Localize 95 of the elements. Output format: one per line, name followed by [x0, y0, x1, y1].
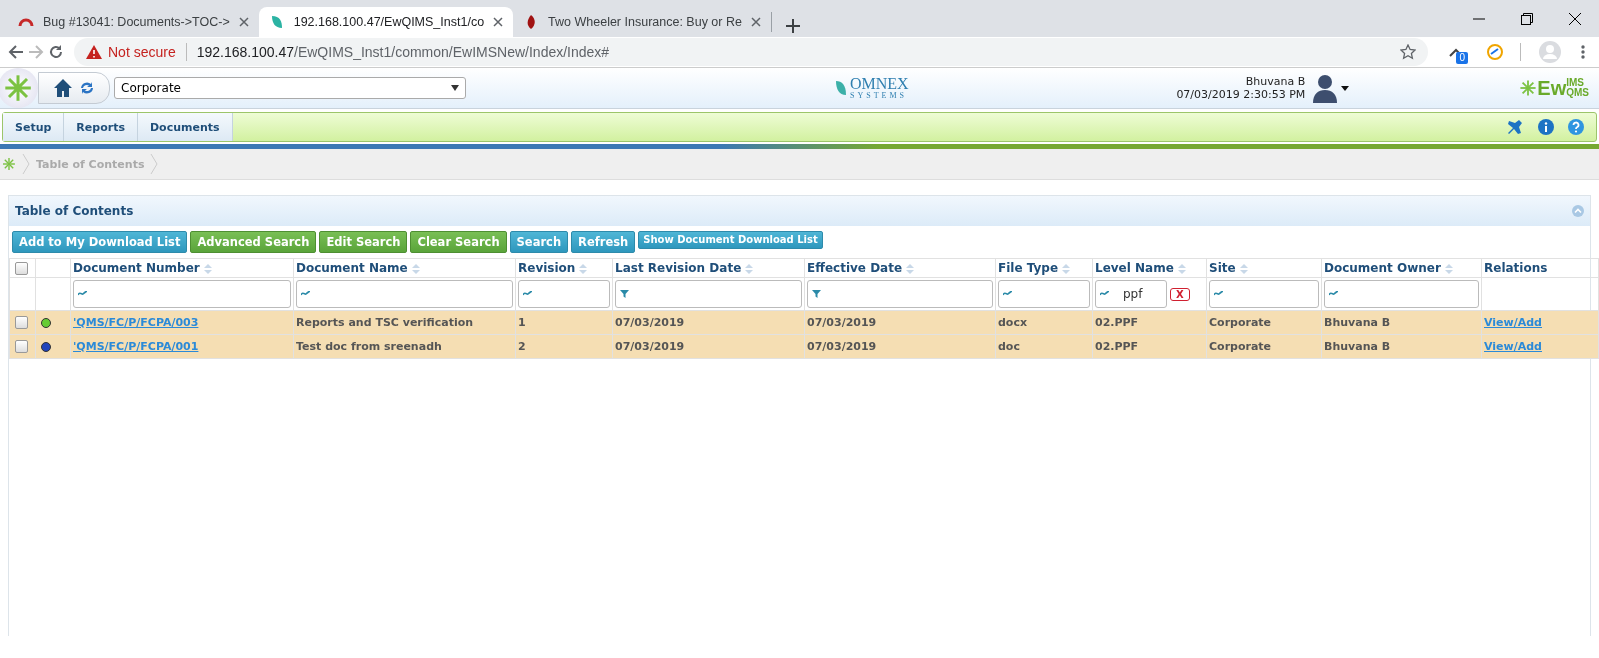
tilde-icon — [301, 291, 310, 297]
filter-field[interactable] — [296, 280, 513, 308]
browser-tab[interactable]: Bug #13041: Documents->TOC-> — [8, 7, 259, 37]
user-avatar-icon — [1311, 73, 1340, 103]
date-time: 07/03/2019 2:30:53 PM — [1176, 88, 1306, 101]
filter-field[interactable] — [73, 280, 291, 308]
filter-field[interactable] — [1324, 280, 1479, 308]
tilde-icon — [523, 291, 532, 297]
caret-icon — [451, 85, 459, 91]
checkbox[interactable] — [15, 340, 28, 353]
column-header[interactable]: Site — [1209, 261, 1236, 275]
tilde-icon — [1100, 291, 1109, 297]
back-icon[interactable] — [8, 44, 24, 60]
address-bar[interactable]: Not secure 192.168.100.47/EwQIMS_Inst1/common/EwIMSNew/Index/Index# — [74, 38, 1428, 66]
close-icon[interactable] — [493, 17, 504, 27]
table-cell: doc — [995, 334, 1093, 359]
tilde-icon — [1214, 291, 1223, 297]
collapse-icon[interactable] — [1572, 205, 1584, 217]
refresh-icon[interactable] — [79, 80, 95, 96]
snowflake-icon — [3, 73, 33, 103]
table-cell: Corporate — [1206, 310, 1322, 335]
column-header: Relations — [1484, 261, 1548, 275]
filter-field[interactable] — [807, 280, 993, 308]
sort-icon[interactable] — [202, 263, 213, 274]
table-cell: 02.PPF — [1092, 310, 1207, 335]
table-cell: 07/03/2019 — [612, 310, 805, 335]
site-dropdown[interactable]: Corporate — [114, 77, 466, 99]
table-cell: 07/03/2019 — [804, 334, 996, 359]
tab-title: Two Wheeler Insurance: Buy or Re — [548, 15, 742, 29]
home-icon[interactable] — [53, 78, 73, 98]
tilde-icon — [1003, 291, 1012, 297]
warning-icon — [86, 45, 102, 59]
table-cell: docx — [995, 310, 1093, 335]
table-cell: Bhuvana B — [1321, 334, 1482, 359]
table-cell: Reports and TSC verification — [293, 310, 516, 335]
sort-icon[interactable] — [410, 263, 421, 274]
sort-icon[interactable] — [905, 263, 916, 274]
filter-field[interactable] — [998, 280, 1090, 308]
sort-icon[interactable] — [1443, 263, 1454, 274]
plus-icon — [785, 19, 800, 33]
table-cell: 07/03/2019 — [804, 310, 996, 335]
sort-icon[interactable] — [578, 263, 589, 274]
user-name: Bhuvana B — [1244, 75, 1306, 88]
filter-icon — [620, 290, 629, 298]
sort-icon[interactable] — [744, 263, 755, 274]
menu-tab[interactable]: Setup — [3, 113, 65, 141]
filter-field[interactable]: ppf — [1095, 280, 1167, 308]
table-cell: 2 — [515, 334, 613, 359]
table-cell: Test doc from sreenadh — [293, 334, 516, 359]
checkbox[interactable] — [15, 316, 28, 329]
snowflake-icon — [1519, 79, 1538, 97]
leaf-icon — [834, 79, 848, 97]
chevron-icon — [150, 153, 159, 175]
star-icon[interactable] — [1400, 44, 1416, 60]
filter-field[interactable] — [615, 280, 802, 308]
snowflake-icon[interactable] — [2, 157, 16, 171]
tab-title: Bug #13041: Documents->TOC-> — [43, 15, 230, 29]
table-cell: 1 — [515, 310, 613, 335]
menu-tab[interactable]: Reports — [64, 113, 138, 141]
table-cell: Corporate — [1206, 334, 1322, 359]
clear-filter-button[interactable]: X — [1170, 287, 1190, 301]
user-menu[interactable] — [1311, 73, 1350, 103]
tilde-icon — [78, 291, 87, 297]
tilde-icon — [1329, 291, 1338, 297]
filter-field[interactable] — [518, 280, 610, 308]
help-icon[interactable] — [1568, 119, 1584, 135]
filter-icon — [812, 290, 821, 298]
filter-field[interactable] — [1209, 280, 1319, 308]
reload-icon[interactable] — [48, 44, 64, 60]
sort-icon[interactable] — [1061, 263, 1072, 274]
menu-icon[interactable] — [1581, 44, 1585, 60]
url-text: 192.168.100.47/EwQIMS_Inst1/common/EwIMSNew/Index/Index# — [196, 44, 610, 60]
info-icon[interactable] — [1538, 119, 1554, 135]
restore-icon[interactable] — [1521, 12, 1533, 25]
extension-icon[interactable] — [1486, 43, 1504, 61]
close-icon[interactable] — [1569, 12, 1581, 25]
company-logo: OMNEX SYSTEMS — [850, 76, 909, 100]
checkbox[interactable] — [15, 261, 28, 275]
security-warning: Not secure — [108, 44, 176, 60]
tab-title: 192.168.100.47/EwQIMS_Inst1/co — [293, 15, 485, 29]
new-tab-button[interactable] — [785, 19, 800, 33]
sort-icon[interactable] — [1176, 263, 1187, 274]
browser-tab[interactable]: 192.168.100.47/EwQIMS_Inst1/co — [258, 7, 514, 37]
pin-icon[interactable] — [1506, 118, 1524, 136]
chevron-icon — [22, 153, 30, 175]
browser-tab[interactable]: Two Wheeler Insurance: Buy or Re — [513, 7, 771, 37]
caret-icon — [1341, 85, 1350, 91]
sort-icon[interactable] — [1238, 263, 1249, 274]
table-cell: 07/03/2019 — [612, 334, 805, 359]
panel-title: Table of Contents — [15, 204, 135, 218]
table-cell: 02.PPF — [1092, 334, 1207, 359]
extension-badge: 0 — [1456, 52, 1468, 64]
table-cell: Bhuvana B — [1321, 310, 1482, 335]
menu-tab[interactable]: Documents — [137, 113, 233, 141]
app-logo-button[interactable] — [0, 68, 38, 108]
